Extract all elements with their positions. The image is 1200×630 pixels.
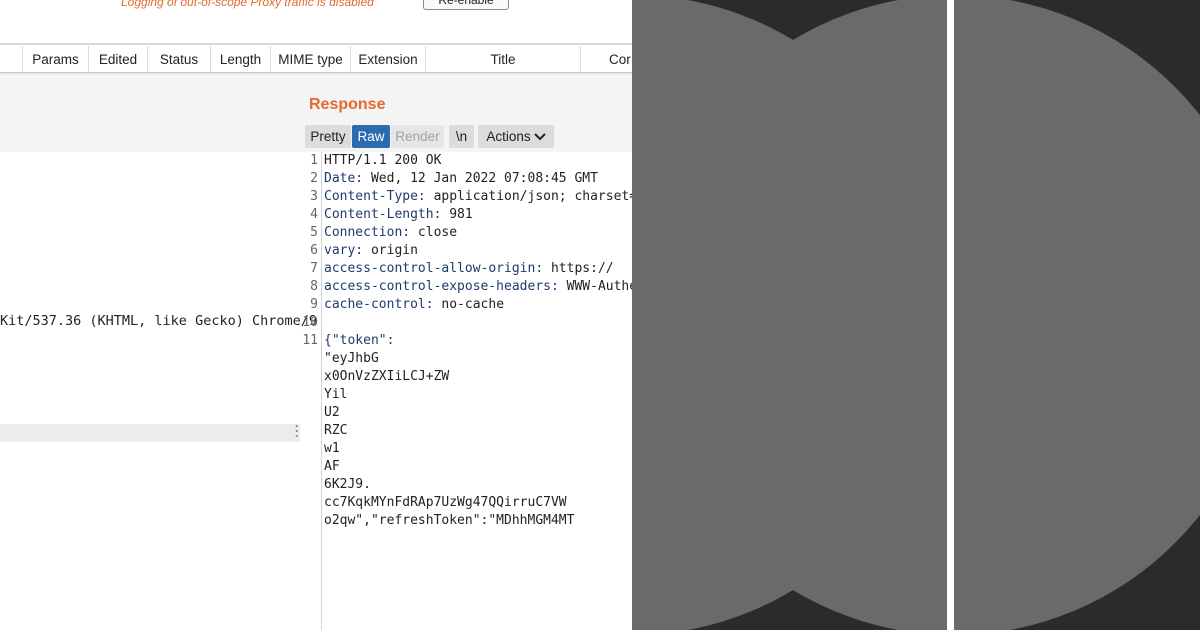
header-value: application/json; charset= <box>425 189 632 204</box>
history-table-header: Params Edited Status Length MIME type Ex… <box>0 46 632 73</box>
token-fragment: 6K2J9. <box>324 477 371 492</box>
request-user-agent-fragment: Kit/537.36 (KHTML, like Gecko) Chrome/9 <box>0 313 317 329</box>
response-raw-editor[interactable]: 1 HTTP/1.1 200 OK 2 Date: Wed, 12 Jan 20… <box>300 152 632 630</box>
token-fragment: cc7KqkMYnFdRAp7UzWg47QQirruC7VW <box>324 495 567 510</box>
line-number: 7 <box>310 261 318 276</box>
response-title: Response <box>309 96 386 113</box>
line-number: 2 <box>310 171 318 186</box>
line-number: 5 <box>310 225 318 240</box>
header-value: 981 <box>441 207 473 222</box>
header-value: Wed, 12 Jan 2022 07:08:45 GMT <box>363 171 598 186</box>
header-name: access-control-expose-headers: <box>324 279 559 294</box>
line-number: 10 <box>302 315 318 330</box>
redaction-mark <box>460 373 630 384</box>
token-fragment: RZC <box>324 423 348 438</box>
chevron-down-icon <box>533 133 546 141</box>
column-header-params[interactable]: Params <box>23 46 89 72</box>
tab-pretty[interactable]: Pretty <box>305 125 351 148</box>
column-header-status[interactable]: Status <box>148 46 211 72</box>
header-value: close <box>410 225 458 240</box>
line-number: 1 <box>310 153 318 168</box>
logging-banner: Logging of out-of-scope Proxy traffic is… <box>0 0 632 14</box>
header-value: https:// <box>543 261 614 276</box>
status-line: HTTP/1.1 200 OK <box>324 153 442 168</box>
panel-separator <box>947 0 954 630</box>
request-selected-line <box>0 424 300 442</box>
line-number: 8 <box>310 279 318 294</box>
redaction-mark <box>382 479 632 492</box>
column-header-title[interactable]: Title <box>426 46 581 72</box>
column-header-extension[interactable]: Extension <box>351 46 426 72</box>
redaction-mark <box>342 407 632 420</box>
decorative-panel <box>632 0 1200 630</box>
header-name: Content-Type: <box>324 189 426 204</box>
line-number: 4 <box>310 207 318 222</box>
token-fragment: AF <box>324 459 340 474</box>
gutter-divider <box>321 152 322 630</box>
header-name: Date: <box>324 171 364 186</box>
reenable-button[interactable]: Re-enable <box>423 0 509 10</box>
line-number: 6 <box>310 243 318 258</box>
token-fragment: "eyJhbG <box>324 351 379 366</box>
line-number: 3 <box>310 189 318 204</box>
header-name: vary: <box>324 243 364 258</box>
header-name: Content-Length: <box>324 207 442 222</box>
redaction-mark <box>580 497 632 509</box>
response-pane-header: Response Pretty Raw Render \n Actions <box>300 77 632 152</box>
redaction-mark <box>342 461 632 474</box>
header-value: origin <box>363 243 418 258</box>
divider <box>0 43 632 45</box>
actions-label: Actions <box>486 129 531 144</box>
request-pane-header <box>0 77 300 152</box>
column-header-comment[interactable]: Cor <box>581 46 632 72</box>
header-value: no-cache <box>433 297 505 312</box>
column-header-edited[interactable]: Edited <box>89 46 148 72</box>
column-header-length[interactable]: Length <box>211 46 271 72</box>
token-fragment: U2 <box>324 405 340 420</box>
token-fragment: x0OnVzZXIiLCJ+ZW <box>324 369 450 384</box>
column-header-mime-type[interactable]: MIME type <box>271 46 351 72</box>
token-fragment: w1 <box>324 441 340 456</box>
redaction-mark <box>342 443 632 456</box>
redaction-mark <box>348 389 608 402</box>
show-newlines-toggle[interactable]: \n <box>449 125 474 148</box>
header-value: WWW-Authe <box>558 279 632 294</box>
token-fragment: Yil <box>324 387 348 402</box>
json-token-key: {"token": <box>324 333 395 348</box>
token-fragment: o2qw","refreshToken":"MDhhMGM4MT <box>324 513 575 528</box>
burp-proxy-screenshot: Logging of out-of-scope Proxy traffic is… <box>0 0 632 630</box>
tab-raw[interactable]: Raw <box>352 125 390 148</box>
banner-message: Logging of out-of-scope Proxy traffic is… <box>121 0 374 9</box>
actions-menu-button[interactable]: Actions <box>478 125 554 148</box>
tab-render[interactable]: Render <box>391 125 444 148</box>
redaction-mark <box>350 425 630 438</box>
header-name: Connection: <box>324 225 411 240</box>
header-name: access-control-allow-origin: <box>324 261 544 276</box>
redaction-mark <box>405 355 625 367</box>
line-number: 11 <box>302 333 318 348</box>
header-name: cache-control: <box>324 297 434 312</box>
line-number: 9 <box>310 297 318 312</box>
column-header-cut[interactable] <box>0 46 23 72</box>
